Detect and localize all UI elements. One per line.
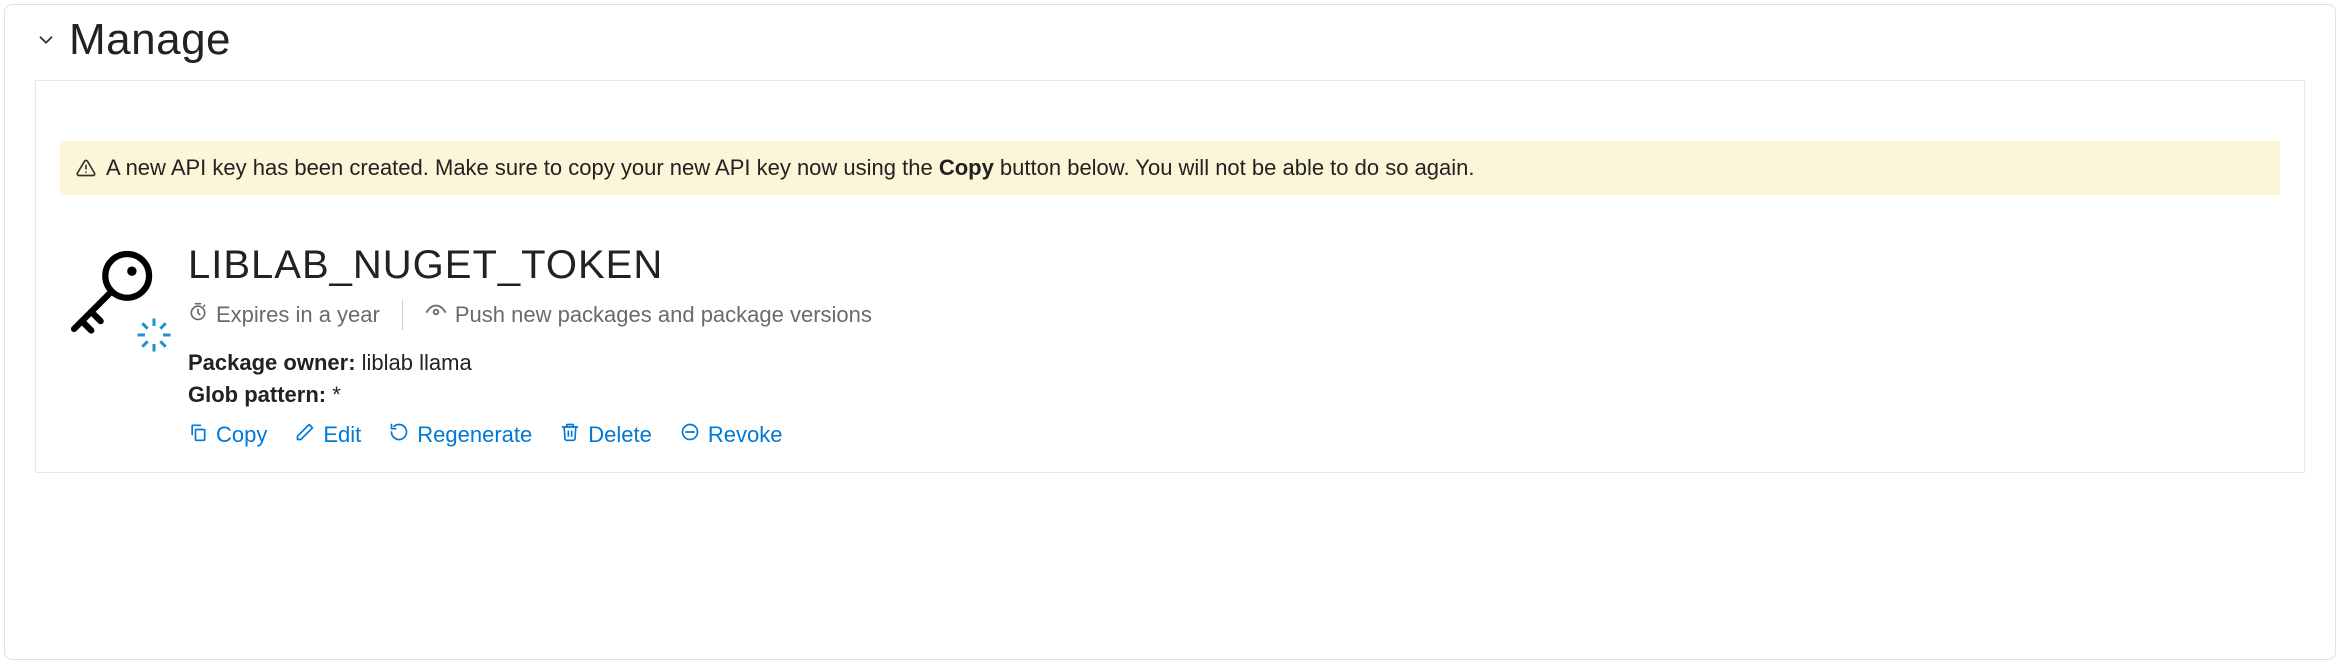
section-toggle[interactable]: Manage bbox=[35, 15, 2305, 65]
key-meta: Expires in a year Push new packages and … bbox=[188, 300, 2280, 330]
delete-label: Delete bbox=[588, 422, 652, 448]
warning-banner: A new API key has been created. Make sur… bbox=[60, 141, 2280, 195]
owner-row: Package owner: liblab llama bbox=[188, 350, 2280, 376]
revoke-icon bbox=[680, 422, 700, 448]
key-icon bbox=[60, 243, 164, 347]
edit-label: Edit bbox=[323, 422, 361, 448]
warning-bold: Copy bbox=[939, 155, 994, 180]
spinner-icon bbox=[136, 317, 172, 353]
manage-panel: Manage A new API key has been created. M… bbox=[4, 4, 2336, 660]
key-name: LIBLAB_NUGET_TOKEN bbox=[188, 243, 2280, 288]
key-details: LIBLAB_NUGET_TOKEN Expires in a year Pus bbox=[188, 243, 2280, 448]
section-title: Manage bbox=[69, 15, 231, 65]
glob-row: Glob pattern: * bbox=[188, 382, 2280, 408]
copy-button[interactable]: Copy bbox=[188, 422, 267, 448]
expires-meta: Expires in a year bbox=[188, 302, 380, 328]
warning-icon bbox=[76, 158, 96, 178]
clock-icon bbox=[188, 302, 208, 328]
revoke-label: Revoke bbox=[708, 422, 783, 448]
regenerate-button[interactable]: Regenerate bbox=[389, 422, 532, 448]
revoke-button[interactable]: Revoke bbox=[680, 422, 783, 448]
regenerate-label: Regenerate bbox=[417, 422, 532, 448]
glob-label: Glob pattern: bbox=[188, 382, 326, 407]
expires-text: Expires in a year bbox=[216, 302, 380, 328]
copy-label: Copy bbox=[216, 422, 267, 448]
chevron-down-icon bbox=[35, 29, 57, 51]
copy-icon bbox=[188, 422, 208, 448]
meta-divider bbox=[402, 300, 403, 330]
scope-text: Push new packages and package versions bbox=[455, 302, 872, 328]
pencil-icon bbox=[295, 422, 315, 448]
glob-value: * bbox=[332, 382, 341, 407]
owner-label: Package owner: bbox=[188, 350, 356, 375]
warning-prefix: A new API key has been created. Make sur… bbox=[106, 155, 939, 180]
eye-icon bbox=[425, 301, 447, 329]
edit-button[interactable]: Edit bbox=[295, 422, 361, 448]
api-key-row: LIBLAB_NUGET_TOKEN Expires in a year Pus bbox=[60, 243, 2280, 448]
trash-icon bbox=[560, 422, 580, 448]
actions-row: Copy Edit Regenerate bbox=[188, 422, 2280, 448]
scope-meta: Push new packages and package versions bbox=[425, 301, 872, 329]
content-box: A new API key has been created. Make sur… bbox=[35, 80, 2305, 473]
warning-text: A new API key has been created. Make sur… bbox=[106, 155, 1475, 181]
owner-value: liblab llama bbox=[362, 350, 472, 375]
warning-suffix: button below. You will not be able to do… bbox=[994, 155, 1475, 180]
delete-button[interactable]: Delete bbox=[560, 422, 652, 448]
refresh-icon bbox=[389, 422, 409, 448]
